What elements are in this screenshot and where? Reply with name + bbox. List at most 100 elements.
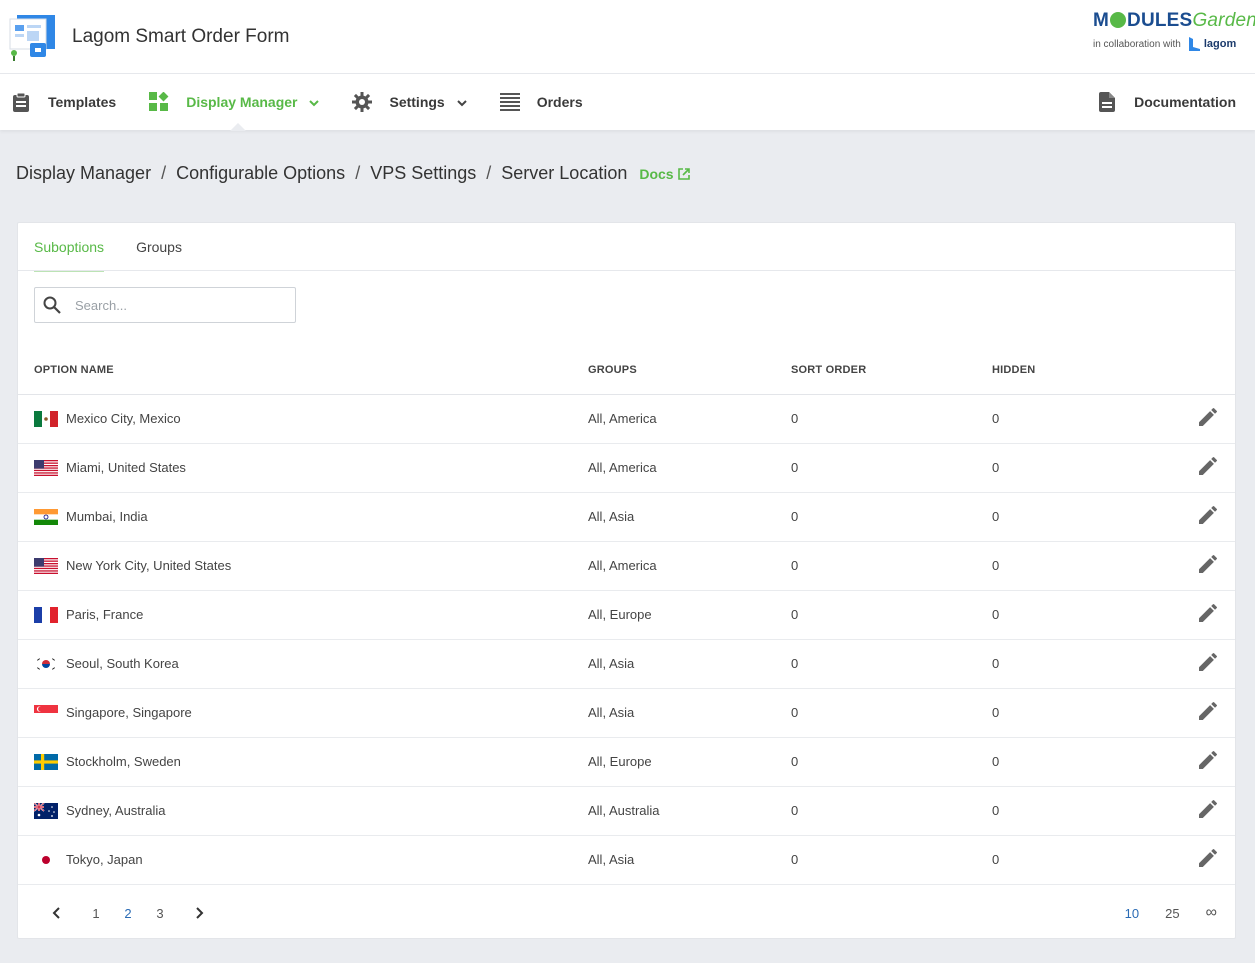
option-name: Seoul, South Korea (66, 656, 179, 671)
table-row: Mexico City, Mexico All, America 0 0 (18, 394, 1235, 444)
flag-in-icon (34, 508, 58, 525)
breadcrumb-item-display-manager[interactable]: Display Manager (16, 163, 151, 184)
actions-cell (1172, 688, 1235, 738)
nav-display-manager[interactable]: Display Manager (148, 74, 320, 131)
option-name-cell: Seoul, South Korea (18, 639, 588, 689)
document-icon (1096, 91, 1118, 113)
nav-documentation[interactable]: Documentation (1096, 74, 1236, 130)
flag-mx-icon (34, 410, 58, 427)
flag-se-icon (34, 753, 58, 770)
option-name: Stockholm, Sweden (66, 754, 181, 769)
option-name: Singapore, Singapore (66, 705, 192, 720)
breadcrumb: Display Manager / Configurable Options /… (16, 163, 690, 184)
hidden-cell: 0 (992, 688, 1172, 738)
sort-order-cell: 0 (791, 737, 992, 787)
sort-order-cell: 0 (791, 492, 992, 542)
flag-fr-icon (34, 606, 58, 623)
edit-pencil-icon[interactable] (1199, 604, 1217, 622)
edit-pencil-icon[interactable] (1199, 653, 1217, 671)
main-nav: Templates Display Manager Settings Order… (0, 74, 1255, 131)
groups-cell: All, America (588, 394, 791, 444)
flag-kr-icon (34, 655, 58, 672)
hidden-cell: 0 (992, 492, 1172, 542)
sort-order-cell: 0 (791, 541, 992, 591)
breadcrumb-separator: / (355, 163, 361, 183)
edit-pencil-icon[interactable] (1199, 457, 1217, 475)
page-3-button[interactable]: 3 (144, 906, 176, 921)
option-name-cell: Singapore, Singapore (18, 688, 588, 738)
flag-us-icon (34, 459, 58, 476)
column-header-option-name[interactable]: OPTION NAME (18, 347, 588, 395)
groups-cell: All, Europe (588, 737, 791, 787)
option-name: New York City, United States (66, 558, 232, 573)
column-header-sort-order[interactable]: SORT ORDER (791, 347, 992, 395)
edit-pencil-icon[interactable] (1199, 800, 1217, 818)
groups-cell: All, Europe (588, 590, 791, 640)
edit-pencil-icon[interactable] (1199, 849, 1217, 867)
hidden-cell: 0 (992, 590, 1172, 640)
modulesgarden-logo: M DULESGarden in collaboration with lagom (1093, 10, 1255, 60)
edit-pencil-icon[interactable] (1199, 555, 1217, 573)
nav-documentation-label: Documentation (1134, 94, 1236, 110)
clipboard-icon (10, 91, 32, 113)
tab-bar: Suboptions Groups (18, 223, 1235, 272)
suboptions-table: OPTION NAME GROUPS SORT ORDER HIDDEN Mex… (18, 347, 1235, 885)
widgets-icon (148, 91, 170, 113)
column-header-hidden[interactable]: HIDDEN (992, 347, 1172, 395)
app-logo-icon (6, 11, 58, 63)
option-name: Mexico City, Mexico (66, 411, 181, 426)
lagom-text: lagom (1203, 38, 1237, 50)
groups-cell: All, America (588, 541, 791, 591)
breadcrumb-separator: / (486, 163, 492, 183)
per-page-25[interactable]: 25 (1165, 906, 1179, 921)
page-2-button[interactable]: 2 (112, 906, 144, 921)
search-input[interactable] (75, 297, 275, 313)
nav-templates[interactable]: Templates (10, 74, 116, 130)
table-header-row: OPTION NAME GROUPS SORT ORDER HIDDEN (18, 347, 1235, 395)
list-icon (499, 91, 521, 113)
per-page-10[interactable]: 10 (1125, 906, 1139, 921)
flag-jp-icon (34, 851, 58, 868)
groups-cell: All, Asia (588, 639, 791, 689)
breadcrumb-item-configurable-options[interactable]: Configurable Options (176, 163, 345, 184)
groups-cell: All, Asia (588, 492, 791, 542)
sort-order-cell: 0 (791, 394, 992, 444)
hidden-cell: 0 (992, 541, 1172, 591)
flag-us-icon (34, 557, 58, 574)
search-icon (43, 296, 61, 314)
groups-cell: All, Asia (588, 688, 791, 738)
table-row: Stockholm, Sweden All, Europe 0 0 (18, 737, 1235, 787)
chevron-left-icon[interactable] (40, 907, 72, 919)
option-name-cell: New York City, United States (18, 541, 588, 591)
tab-suboptions[interactable]: Suboptions (34, 223, 105, 272)
pagination: 1 2 3 10 25 ∞ (18, 888, 1235, 938)
edit-pencil-icon[interactable] (1199, 751, 1217, 769)
gear-icon (351, 91, 373, 113)
nav-orders[interactable]: Orders (499, 74, 583, 130)
column-header-groups[interactable]: GROUPS (588, 347, 791, 395)
breadcrumb-item-server-location: Server Location (501, 163, 628, 183)
chevron-right-icon[interactable] (184, 907, 216, 919)
docs-label: Docs (639, 165, 674, 182)
edit-pencil-icon[interactable] (1199, 702, 1217, 720)
edit-pencil-icon[interactable] (1199, 506, 1217, 524)
option-name-cell: Miami, United States (18, 443, 588, 493)
nav-settings[interactable]: Settings (351, 74, 467, 130)
per-page-all[interactable]: ∞ (1206, 904, 1217, 922)
edit-pencil-icon[interactable] (1199, 408, 1217, 426)
breadcrumb-item-vps-settings[interactable]: VPS Settings (370, 163, 476, 184)
option-name-cell: Paris, France (18, 590, 588, 640)
actions-cell (1172, 639, 1235, 689)
option-name: Paris, France (66, 607, 144, 622)
actions-cell (1172, 492, 1235, 542)
table-row: Sydney, Australia All, Australia 0 0 (18, 786, 1235, 836)
nav-templates-label: Templates (48, 94, 117, 110)
column-header-actions (1172, 347, 1235, 395)
docs-link[interactable]: Docs (639, 165, 690, 182)
suboptions-panel: Suboptions Groups OPTION NAME GROUPS SOR… (17, 222, 1236, 939)
page-1-button[interactable]: 1 (80, 906, 112, 921)
sort-order-cell: 0 (791, 786, 992, 836)
tab-groups[interactable]: Groups (136, 223, 182, 271)
groups-cell: All, Asia (588, 835, 791, 885)
nav-orders-label: Orders (536, 94, 583, 110)
